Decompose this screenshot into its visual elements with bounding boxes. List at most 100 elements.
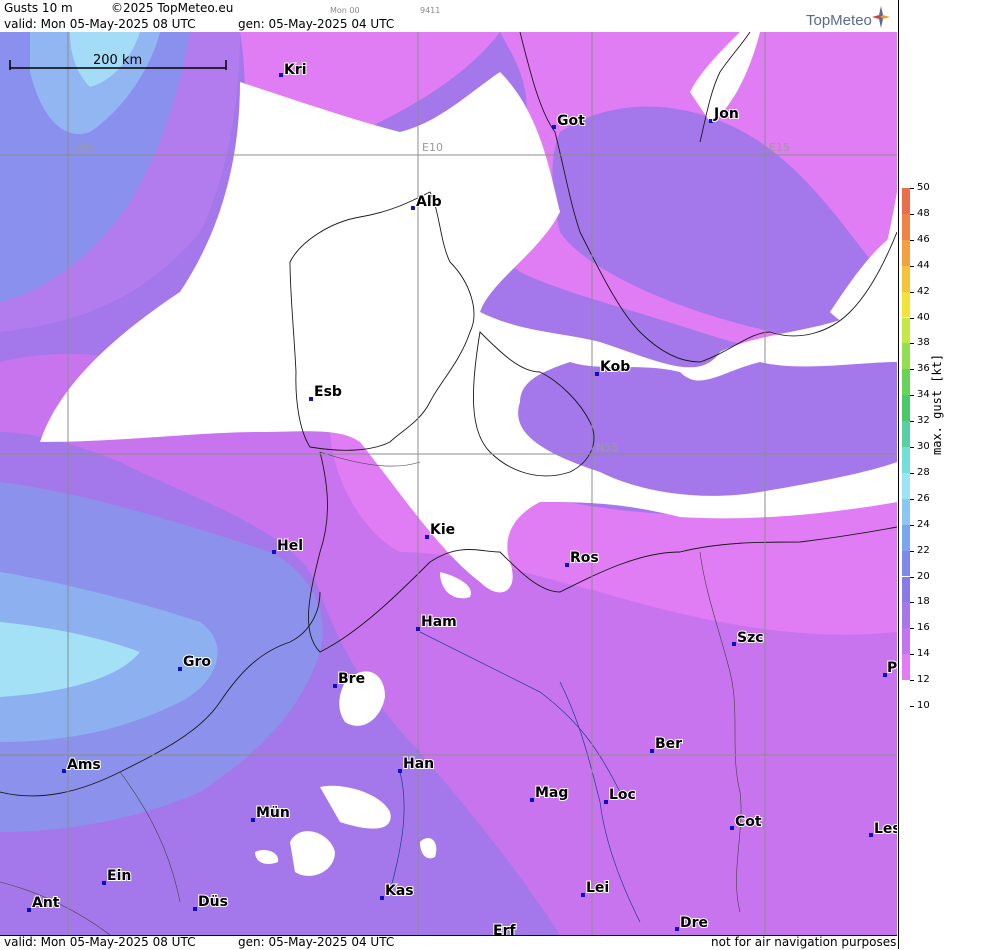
city-kie[interactable]: Kie	[425, 521, 456, 539]
legend-swatch	[902, 265, 910, 292]
legend-level-label: 44	[917, 259, 930, 271]
legend-tick	[910, 498, 914, 500]
legend-level-label: 20	[917, 570, 930, 582]
city-label: Esb	[314, 384, 342, 400]
city-han[interactable]: Han	[398, 755, 435, 773]
legend-tick	[910, 706, 914, 707]
legend-level-label: 16	[917, 622, 930, 634]
city-label: Les	[874, 821, 897, 837]
gen-time: gen: 05-May-2025 04 UTC	[238, 17, 395, 31]
legend-swatch	[902, 421, 910, 447]
city-label: Ber	[655, 736, 682, 752]
city-label: Gro	[183, 654, 211, 670]
city-label: Got	[557, 113, 585, 129]
compass-star-icon	[872, 6, 890, 28]
city-dre[interactable]: Dre	[675, 914, 709, 932]
city-ein[interactable]: Ein	[102, 867, 132, 885]
legend-level-label: 10	[917, 700, 930, 711]
city-label: Hel	[277, 538, 303, 554]
navigation-disclaimer: not for air navigation purposes	[711, 935, 897, 949]
legend-tick	[910, 291, 914, 293]
city-ham[interactable]: Ham	[416, 613, 458, 631]
city-label: Bre	[338, 671, 365, 687]
city-erf[interactable]: Erf	[492, 922, 517, 935]
city-label: Lei	[586, 880, 609, 896]
run-code: Mon 00	[330, 6, 360, 15]
legend-level-label: 26	[917, 492, 930, 504]
city-kri[interactable]: Kri	[279, 61, 308, 79]
city-szc[interactable]: Szc	[732, 629, 765, 647]
city-mun[interactable]: Mün	[251, 804, 291, 822]
city-mag[interactable]: Mag	[530, 784, 569, 802]
legend-tick	[910, 369, 914, 371]
city-gro[interactable]: Gro	[178, 653, 212, 671]
topmeteo-logo[interactable]: TopMeteo	[806, 12, 872, 29]
footer-gen-time: gen: 05-May-2025 04 UTC	[238, 935, 395, 949]
city-loc[interactable]: Loc	[604, 786, 637, 804]
city-ber[interactable]: Ber	[650, 735, 683, 753]
legend-tick	[910, 472, 914, 474]
legend-tick	[910, 213, 914, 215]
legend-level-label: 42	[917, 285, 930, 297]
city-label: Kas	[385, 883, 414, 899]
city-kob[interactable]: Kob	[595, 358, 631, 376]
city-ros[interactable]: Ros	[565, 549, 600, 567]
legend-swatch	[902, 576, 910, 603]
city-label: Düs	[198, 894, 228, 910]
city-cot[interactable]: Cot	[730, 813, 763, 831]
legend-level-label: 40	[917, 311, 930, 323]
legend-level-label: 38	[917, 337, 930, 349]
gust-map[interactable]: E05 E10 E15 N55 200 km Kri Got Jon Alb K…	[0, 32, 897, 935]
city-got[interactable]: Got	[552, 112, 586, 130]
city-esb[interactable]: Esb	[309, 383, 343, 401]
city-les[interactable]: Les	[869, 820, 897, 838]
city-label: Ant	[32, 895, 60, 911]
legend-level-label: 28	[917, 466, 930, 478]
city-lei[interactable]: Lei	[581, 879, 610, 897]
legend-tick	[910, 317, 914, 319]
city-alb[interactable]: Alb	[411, 193, 443, 211]
legend-swatch	[902, 239, 910, 266]
legend-swatch	[902, 395, 910, 422]
city-label: Kie	[430, 522, 455, 538]
legend-swatch	[902, 317, 910, 344]
legend-level-label: 22	[917, 544, 930, 556]
legend-level-label: 18	[917, 596, 930, 608]
gust-legend: 50 48 46 44 42 40 38 36 34 32 30 28 26 24 22 20 18 16 14 12…	[898, 0, 989, 949]
legend-tick	[910, 395, 914, 397]
code-number: 9411	[420, 6, 441, 15]
legend-tick	[910, 421, 914, 423]
city-ant[interactable]: Ant	[27, 894, 61, 912]
city-hel[interactable]: Hel	[272, 537, 304, 555]
legend-swatch	[902, 343, 910, 370]
scale-bar-label: 200 km	[93, 53, 142, 68]
city-kas[interactable]: Kas	[380, 882, 415, 900]
legend-level-label: 14	[917, 648, 930, 660]
legend-level-label: 30	[917, 441, 930, 452]
city-label: Ham	[421, 614, 457, 630]
legend-swatch	[902, 188, 910, 214]
legend-tick	[910, 265, 914, 267]
city-dus[interactable]: Düs	[193, 893, 229, 911]
city-label: Mün	[256, 805, 290, 821]
legend-tick	[910, 239, 914, 241]
footer-valid-time: valid: Mon 05-May-2025 08 UTC	[4, 935, 196, 949]
city-jon[interactable]: Jon	[709, 105, 740, 123]
legend-swatch	[902, 369, 910, 396]
city-label: Ros	[570, 550, 599, 566]
legend-tick	[910, 524, 914, 526]
city-label: Szc	[737, 630, 764, 646]
legend-title: max. gust [kt]	[930, 353, 944, 455]
city-ams[interactable]: Ams	[62, 756, 102, 774]
legend-level-label: 46	[917, 233, 930, 245]
legend-level-label: 48	[917, 207, 930, 219]
legend-swatch	[902, 654, 910, 681]
city-bre[interactable]: Bre	[333, 670, 366, 688]
legend-swatch	[902, 213, 910, 240]
legend-tick	[910, 550, 914, 552]
product-title: Gusts 10 m	[4, 1, 73, 15]
legend-level-label: 34	[917, 389, 930, 401]
legend-level-label: 50	[917, 182, 930, 193]
city-label: Ams	[67, 757, 101, 773]
city-label: Han	[403, 756, 434, 772]
